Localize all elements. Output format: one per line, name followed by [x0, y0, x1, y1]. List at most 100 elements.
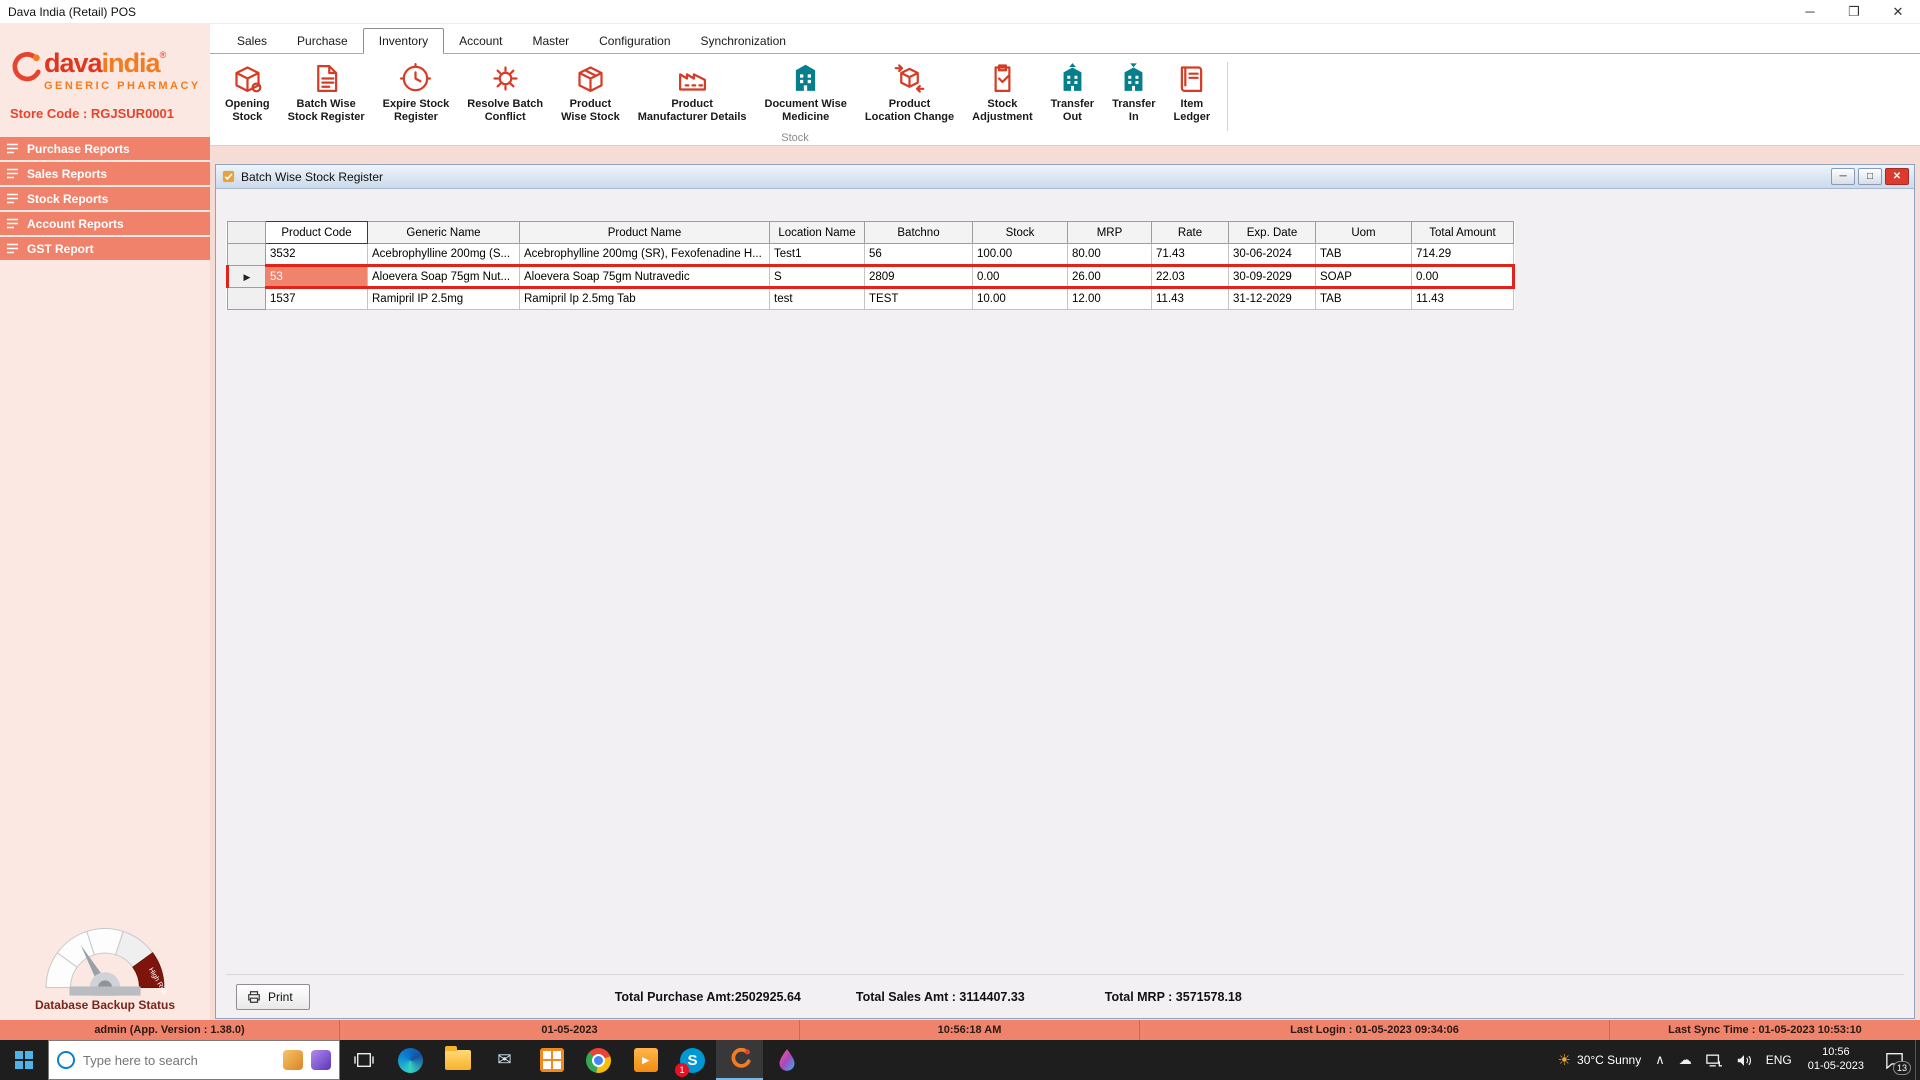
system-tray: ☀ 30°C Sunny ∧ ☁ ENG 10:56 01-05-2023 13 — [1551, 1040, 1920, 1080]
tray-clock[interactable]: 10:56 01-05-2023 — [1799, 1040, 1873, 1080]
row-selector-cell[interactable] — [227, 287, 266, 310]
weather-label: 30°C Sunny — [1577, 1053, 1642, 1067]
column-header-product-code[interactable]: Product Code — [265, 221, 368, 244]
column-header-mrp[interactable]: MRP — [1067, 221, 1152, 244]
print-button[interactable]: Print — [236, 983, 310, 1010]
sidebar-item-purchase-reports[interactable]: Purchase Reports — [0, 137, 210, 160]
search-highlight-icon[interactable] — [311, 1050, 331, 1070]
start-button[interactable] — [0, 1040, 48, 1080]
ribbon-expire-stock-register[interactable]: Expire Stock Register — [374, 60, 459, 126]
cell-exp-date: 30-06-2024 — [1228, 243, 1316, 266]
current-row-marker-icon: ▶ — [243, 271, 251, 282]
table-row[interactable]: 3532 Acebrophylline 200mg (S... Acebroph… — [227, 243, 1514, 266]
column-header-generic-name[interactable]: Generic Name — [367, 221, 520, 244]
ribbon-opening-stock[interactable]: Opening Stock — [216, 60, 279, 126]
row-selector-cell[interactable] — [227, 243, 266, 266]
transfer-out-icon — [1063, 63, 1082, 91]
ribbon-transfer-out[interactable]: Transfer Out — [1042, 60, 1103, 126]
window-icon — [222, 170, 235, 183]
report-icon — [7, 168, 18, 179]
registered-mark: ® — [159, 50, 167, 60]
search-highlight-icon[interactable] — [283, 1050, 303, 1070]
notification-count-badge: 13 — [1892, 1061, 1911, 1075]
ribbon-stock-adjustment[interactable]: Stock Adjustment — [963, 60, 1042, 126]
tray-language[interactable]: ENG — [1759, 1040, 1799, 1080]
tray-onedrive[interactable]: ☁ — [1672, 1040, 1699, 1080]
clock-time: 10:56 — [1822, 1046, 1850, 1059]
column-header-batchno[interactable]: Batchno — [864, 221, 973, 244]
task-view-icon — [353, 1052, 374, 1068]
cell-product-code: 3532 — [265, 243, 368, 266]
table-row-selected[interactable]: ▶ 53 Aloevera Soap 75gm Nut... Aloevera … — [226, 264, 1515, 289]
table-header-row: Product Code Generic Name Product Name L… — [227, 221, 1514, 244]
tab-account[interactable]: Account — [444, 29, 517, 53]
column-header-uom[interactable]: Uom — [1315, 221, 1412, 244]
row-selector-header[interactable] — [227, 221, 266, 244]
brand-name-dava: dava — [44, 48, 103, 78]
child-maximize-button[interactable]: □ — [1858, 168, 1882, 185]
cell-generic-name: Ramipril IP 2.5mg — [367, 287, 520, 310]
taskbar-app-grid[interactable] — [528, 1040, 575, 1080]
ribbon-resolve-batch-conflict[interactable]: Resolve Batch Conflict — [458, 60, 552, 126]
tab-sales[interactable]: Sales — [222, 29, 282, 53]
product-manufacturer-details-icon — [678, 73, 706, 91]
table-row[interactable]: 1537 Ramipril IP 2.5mg Ramipril Ip 2.5mg… — [227, 287, 1514, 310]
taskbar-skype[interactable]: S 1 — [669, 1040, 716, 1080]
cell-batchno: 2809 — [864, 264, 973, 289]
ribbon-product-wise-stock[interactable]: Product Wise Stock — [552, 60, 629, 126]
column-header-total-amount[interactable]: Total Amount — [1411, 221, 1514, 244]
sidebar-item-stock-reports[interactable]: Stock Reports — [0, 187, 210, 210]
taskbar-search[interactable] — [48, 1040, 340, 1080]
ribbon-transfer-in[interactable]: Transfer In — [1103, 60, 1164, 126]
tab-inventory[interactable]: Inventory — [362, 28, 445, 54]
child-close-button[interactable]: ✕ — [1885, 168, 1909, 185]
sidebar-item-label: Stock Reports — [27, 191, 109, 206]
app-body: dava india ® GENERIC PHARMACY Store Code :… — [0, 24, 1920, 1020]
taskbar-amber-app[interactable]: ▸ — [622, 1040, 669, 1080]
column-header-product-name[interactable]: Product Name — [519, 221, 770, 244]
tray-overflow-button[interactable]: ∧ — [1648, 1040, 1672, 1080]
app-minimize-button[interactable]: ─ — [1788, 0, 1832, 24]
column-header-stock[interactable]: Stock — [972, 221, 1068, 244]
report-icon — [7, 193, 18, 204]
total-sales-amount: Total Sales Amt : 3114407.33 — [855, 989, 1025, 1004]
show-desktop-button[interactable] — [1915, 1040, 1920, 1080]
sidebar-item-label: Account Reports — [27, 216, 124, 231]
taskbar-weather[interactable]: ☀ 30°C Sunny — [1551, 1040, 1649, 1080]
status-user: admin (App. Version : 1.38.0) — [0, 1020, 340, 1040]
sidebar-item-sales-reports[interactable]: Sales Reports — [0, 162, 210, 185]
action-center-button[interactable]: 13 — [1873, 1040, 1915, 1080]
search-input[interactable] — [83, 1052, 275, 1068]
taskbar-drop-app[interactable] — [763, 1040, 810, 1080]
sidebar-item-account-reports[interactable]: Account Reports — [0, 212, 210, 235]
taskbar-file-explorer[interactable] — [434, 1040, 481, 1080]
tab-synchronization[interactable]: Synchronization — [686, 29, 801, 53]
taskbar-davaindia-pos[interactable] — [716, 1040, 763, 1080]
column-header-location-name[interactable]: Location Name — [769, 221, 865, 244]
sidebar-item-gst-report[interactable]: GST Report — [0, 237, 210, 260]
tray-network[interactable] — [1699, 1040, 1729, 1080]
ribbon-document-wise-medicine[interactable]: Document Wise Medicine — [756, 60, 856, 126]
ribbon-batch-wise-stock-register[interactable]: Batch Wise Stock Register — [279, 60, 374, 126]
row-selector-cell[interactable]: ▶ — [226, 265, 266, 288]
child-window-footer: Print Total Purchase Amt:2502925.64 Tota… — [226, 974, 1904, 1018]
windows-taskbar: ✉ ▸ S 1 ☀ 30°C Sunny ∧ ☁ ENG 10:56 01-05… — [0, 1040, 1920, 1080]
tab-purchase[interactable]: Purchase — [282, 29, 363, 53]
taskbar-mail[interactable]: ✉ — [481, 1040, 528, 1080]
taskbar-edge[interactable] — [387, 1040, 434, 1080]
app-close-button[interactable]: ✕ — [1876, 0, 1920, 24]
tab-configuration[interactable]: Configuration — [584, 29, 685, 53]
column-header-rate[interactable]: Rate — [1151, 221, 1229, 244]
app-maximize-button[interactable]: ❐ — [1832, 0, 1876, 24]
child-window-titlebar[interactable]: Batch Wise Stock Register ─ □ ✕ — [216, 165, 1914, 189]
stock-adjustment-icon — [994, 64, 1011, 92]
taskbar-chrome[interactable] — [575, 1040, 622, 1080]
column-header-exp-date[interactable]: Exp. Date — [1228, 221, 1316, 244]
child-minimize-button[interactable]: ─ — [1831, 168, 1855, 185]
ribbon-product-manufacturer-details[interactable]: Product Manufacturer Details — [629, 60, 756, 126]
ribbon-item-ledger[interactable]: Item Ledger — [1165, 60, 1220, 126]
tab-master[interactable]: Master — [517, 29, 584, 53]
task-view-button[interactable] — [340, 1040, 387, 1080]
ribbon-product-location-change[interactable]: Product Location Change — [856, 60, 963, 126]
tray-volume[interactable] — [1729, 1040, 1759, 1080]
